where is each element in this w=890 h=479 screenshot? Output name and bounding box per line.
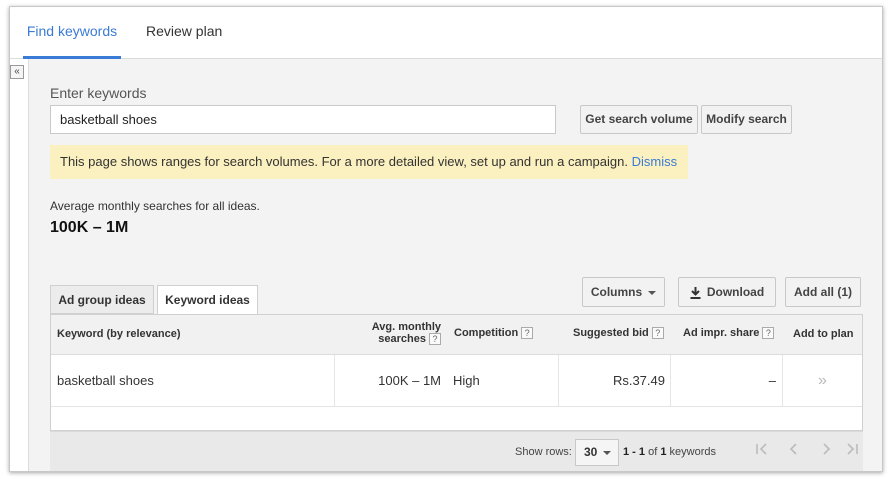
tab-keyword-ideas[interactable]: Keyword ideas <box>157 285 258 315</box>
show-rows-label: Show rows: <box>515 446 572 458</box>
keyword-planner-window: Find keywords Review plan « Enter keywor… <box>9 6 883 472</box>
table-footer: Show rows: 30 1 - 1 of 1 keywords <box>50 431 864 471</box>
download-icon <box>690 286 701 299</box>
left-collapse-strip <box>10 59 29 471</box>
collapse-sidebar-icon[interactable]: « <box>10 65 24 79</box>
top-tab-bar: Find keywords Review plan <box>10 7 882 59</box>
column-divider <box>670 355 671 407</box>
next-page-icon[interactable] <box>814 440 838 464</box>
header-avg-line1: Avg. monthly <box>371 321 441 333</box>
page-range: 1 - 1 <box>623 446 646 458</box>
keyword-ideas-table: Keyword (by relevance) Avg. monthly sear… <box>50 314 863 431</box>
columns-label: Columns <box>590 285 643 299</box>
help-icon[interactable]: ? <box>651 327 664 340</box>
tab-ad-group-ideas[interactable]: Ad group ideas <box>50 285 154 314</box>
first-page-icon[interactable] <box>750 440 774 464</box>
header-add-to-plan: Add to plan <box>793 328 854 340</box>
previous-page-icon[interactable] <box>782 440 806 464</box>
header-competition-label: Competition <box>454 327 519 339</box>
header-avg-monthly[interactable]: Avg. monthly searches? <box>369 321 441 346</box>
tab-find-keywords[interactable]: Find keywords <box>23 7 121 59</box>
header-avg-line2: searches <box>378 333 426 345</box>
cell-ad-impr-share: – <box>768 373 776 388</box>
rows-per-page-select[interactable]: 30 <box>575 439 619 466</box>
column-divider <box>334 355 335 407</box>
tab-review-plan[interactable]: Review plan <box>146 7 222 59</box>
help-icon[interactable]: ? <box>521 327 534 340</box>
cell-avg-monthly: 100K – 1M <box>378 373 441 388</box>
pagination-summary: 1 - 1 of 1 keywords <box>623 446 716 458</box>
download-label: Download <box>706 285 765 299</box>
unit-label: keywords <box>669 446 716 458</box>
add-all-button[interactable]: Add all (1) <box>785 277 861 307</box>
cell-suggested-bid: Rs.37.49 <box>612 373 665 388</box>
header-competition[interactable]: Competition? <box>454 327 534 340</box>
chevron-down-icon <box>603 450 612 455</box>
columns-button[interactable]: Columns <box>582 277 665 307</box>
rows-value: 30 <box>584 445 598 459</box>
download-button[interactable]: Download <box>678 277 776 307</box>
dismiss-link[interactable]: Dismiss <box>632 154 678 169</box>
header-bid-label: Suggested bid <box>573 327 649 339</box>
notice-text: This page shows ranges for search volume… <box>60 154 628 169</box>
cell-competition: High <box>453 373 480 388</box>
cell-keyword: basketball shoes <box>57 373 154 388</box>
modify-search-button[interactable]: Modify search <box>701 105 792 134</box>
header-impr-label: Ad impr. share <box>683 327 760 339</box>
table-header: Keyword (by relevance) Avg. monthly sear… <box>51 315 862 355</box>
keywords-input[interactable]: basketball shoes <box>50 105 556 134</box>
enter-keywords-label: Enter keywords <box>50 85 147 101</box>
search-volume-notice: This page shows ranges for search volume… <box>50 145 688 179</box>
add-to-plan-icon[interactable]: » <box>783 355 862 407</box>
total-count: 1 <box>660 446 667 458</box>
main-panel: Enter keywords basketball shoes Get sear… <box>29 59 882 471</box>
header-suggested-bid[interactable]: Suggested bid? <box>573 327 664 340</box>
header-keyword[interactable]: Keyword (by relevance) <box>57 328 181 340</box>
of-label: of <box>648 446 658 458</box>
table-row: basketball shoes 100K – 1M High Rs.37.49… <box>51 355 862 407</box>
avg-monthly-value: 100K – 1M <box>50 219 129 236</box>
chevron-down-icon <box>648 290 657 295</box>
column-divider <box>558 355 559 407</box>
last-page-icon[interactable] <box>840 440 864 464</box>
get-search-volume-button[interactable]: Get search volume <box>580 105 698 134</box>
help-icon[interactable]: ? <box>429 333 441 346</box>
avg-monthly-label: Average monthly searches for all ideas. <box>50 199 260 213</box>
header-ad-impr-share[interactable]: Ad impr. share? <box>683 327 775 340</box>
help-icon[interactable]: ? <box>762 327 775 340</box>
